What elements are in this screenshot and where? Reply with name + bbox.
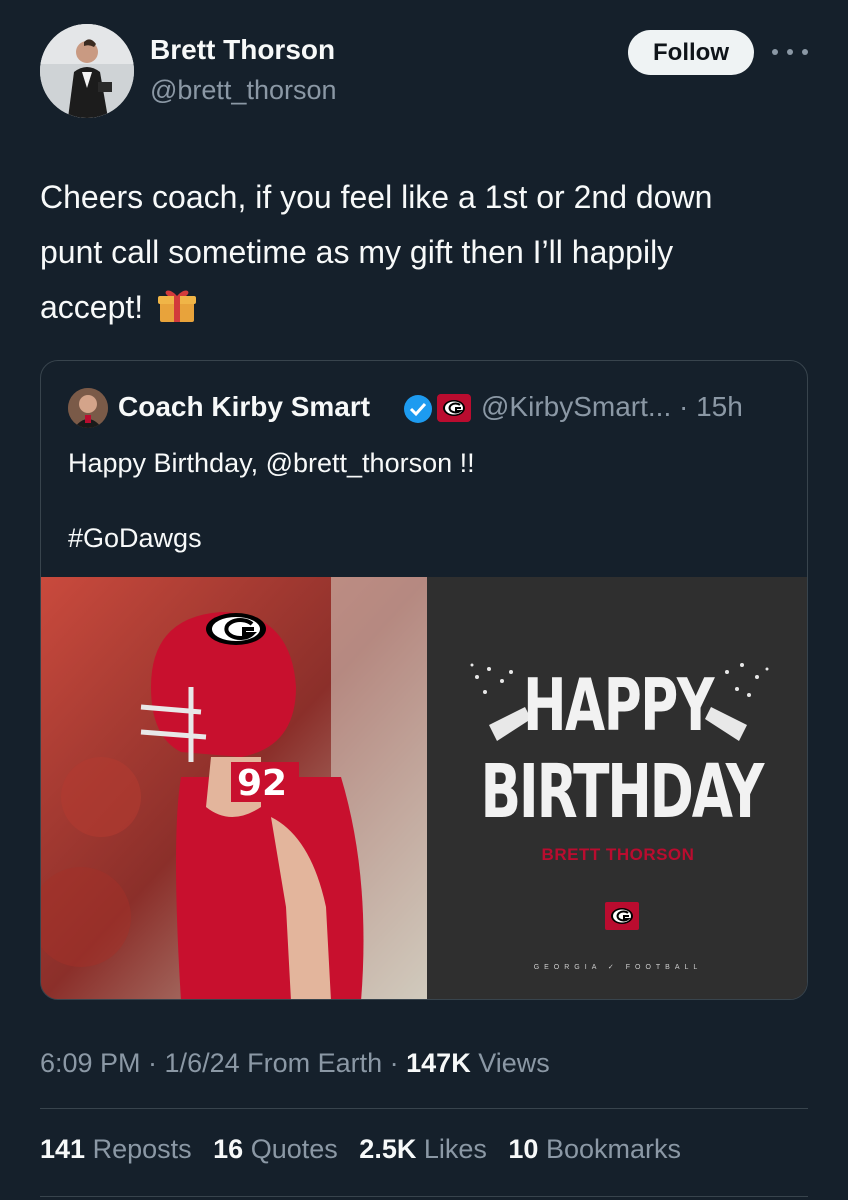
quoted-hashtag[interactable]: #GoDawgs [68, 523, 202, 554]
tweet-header: Brett Thorson @brett_thorson Follow [0, 0, 848, 150]
divider [40, 1196, 808, 1197]
quoted-handle-time[interactable]: @KirbySmart... · 15h [481, 391, 743, 423]
quoted-author-name[interactable]: Coach Kirby Smart [118, 391, 370, 423]
bookmarks-stat[interactable]: 10 Bookmarks [508, 1134, 681, 1164]
tweet-text-line: Cheers coach, if you feel like a 1st or … [40, 179, 713, 215]
georgia-football-footer: GEORGIA ✓ FOOTBALL [533, 964, 703, 971]
tweet-text: Cheers coach, if you feel like a 1st or … [40, 170, 810, 335]
likes-stat[interactable]: 2.5K Likes [359, 1134, 487, 1164]
georgia-g-badge [437, 394, 471, 422]
tweet-text-line: accept! [40, 280, 810, 335]
tweet-text-line: punt call sometime as my gift then I’ll … [40, 234, 674, 270]
timestamp[interactable]: 6:09 PM · 1/6/24 From Earth · [40, 1048, 406, 1078]
engagement-stats: 141 Reposts 16 Quotes 2.5K Likes 10 Book… [40, 1134, 695, 1165]
reposts-stat[interactable]: 141 Reposts [40, 1134, 192, 1164]
birthday-player-name: BRETT THORSON [541, 845, 695, 864]
birthday-title-line2: BIRTHDAY [480, 749, 764, 835]
georgia-g-logo [605, 902, 639, 930]
author-handle[interactable]: @brett_thorson [150, 75, 337, 106]
tweet-meta: 6:09 PM · 1/6/24 From Earth · 147K Views [40, 1048, 550, 1079]
quoted-text: Happy Birthday, @brett_thorson !! [68, 448, 475, 478]
divider [40, 1108, 808, 1109]
quoted-tweet[interactable]: Coach Kirby Smart @KirbySmart... · 15h H… [40, 360, 808, 1000]
birthday-graphic[interactable]: HAPPY BIRTHDAY BRETT THORSON GEORGIA ✓ F… [427, 577, 807, 999]
author-avatar[interactable] [40, 24, 134, 118]
quoted-media[interactable]: 92 HAPPY BIRTHDAY BRETT THORSON GEORGIA … [41, 577, 807, 999]
author-name[interactable]: Brett Thorson [150, 34, 335, 66]
follow-button[interactable]: Follow [628, 30, 754, 75]
more-icon[interactable] [772, 40, 808, 64]
views-count: 147K [406, 1048, 471, 1078]
jersey-number: 92 [237, 763, 288, 804]
quoted-author-avatar[interactable] [68, 388, 108, 428]
verified-icon [404, 395, 432, 423]
tweet-text-segment: accept! [40, 289, 144, 325]
gift-icon [158, 290, 197, 322]
birthday-title-line1: HAPPY [523, 663, 714, 747]
player-photo[interactable]: 92 [41, 577, 427, 999]
quotes-stat[interactable]: 16 Quotes [213, 1134, 338, 1164]
views-label: Views [470, 1048, 550, 1078]
